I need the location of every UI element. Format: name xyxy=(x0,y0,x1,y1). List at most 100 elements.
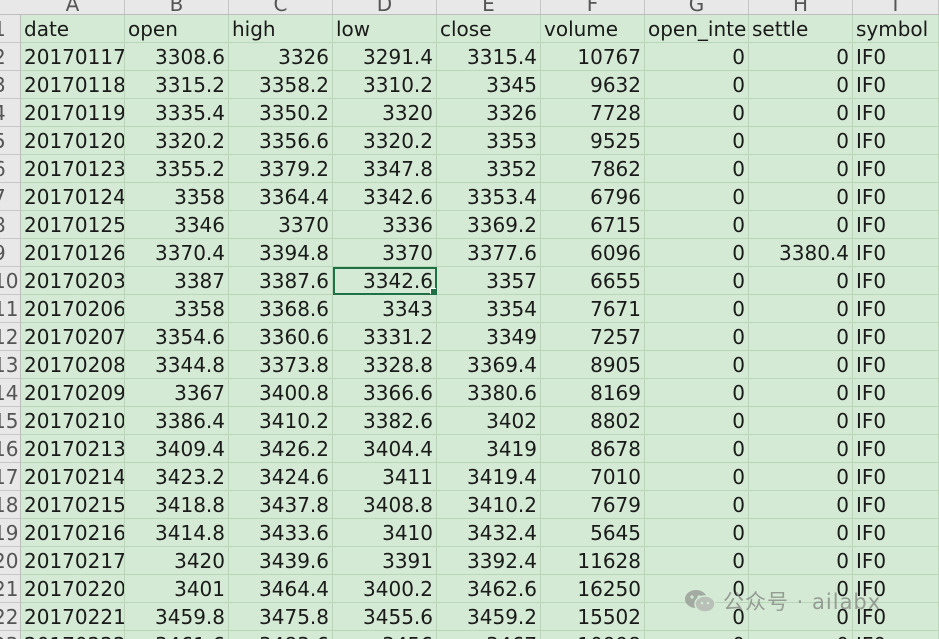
row-header[interactable]: 10 xyxy=(0,267,20,295)
row-header[interactable]: 6 xyxy=(0,155,20,183)
cell[interactable]: IF0 xyxy=(853,547,939,575)
cell[interactable]: 3394.8 xyxy=(229,239,333,267)
cell[interactable]: 3320 xyxy=(333,99,437,127)
cell[interactable]: 3456 xyxy=(333,631,437,639)
cell[interactable]: 0 xyxy=(749,463,853,491)
cell[interactable]: 3420 xyxy=(125,547,229,575)
cell[interactable]: 8678 xyxy=(541,435,645,463)
column-header-h[interactable]: H xyxy=(749,0,853,14)
cell[interactable]: 3349 xyxy=(437,323,541,351)
cell[interactable]: 0 xyxy=(645,547,749,575)
cell[interactable]: 3380.6 xyxy=(437,379,541,407)
column-title-cell[interactable]: settle xyxy=(749,15,853,43)
row-header[interactable]: 16 xyxy=(0,435,20,463)
cell[interactable]: 0 xyxy=(645,491,749,519)
column-title-cell[interactable]: open xyxy=(125,15,229,43)
cell[interactable]: 3356.6 xyxy=(229,127,333,155)
cell[interactable]: 20170220 xyxy=(21,575,125,603)
cell[interactable]: IF0 xyxy=(853,435,939,463)
cell[interactable]: 3401 xyxy=(125,575,229,603)
column-title-cell[interactable]: close xyxy=(437,15,541,43)
cell[interactable]: 20170126 xyxy=(21,239,125,267)
cell[interactable]: 0 xyxy=(749,407,853,435)
cell[interactable]: IF0 xyxy=(853,491,939,519)
cell[interactable]: 20170207 xyxy=(21,323,125,351)
column-title-cell[interactable]: symbol xyxy=(853,15,939,43)
cell[interactable]: 0 xyxy=(645,323,749,351)
cell[interactable]: 0 xyxy=(749,99,853,127)
cell[interactable]: 9632 xyxy=(541,71,645,99)
cell[interactable]: IF0 xyxy=(853,43,939,71)
cell[interactable]: IF0 xyxy=(853,631,939,639)
cell[interactable]: 3392.4 xyxy=(437,547,541,575)
cell[interactable]: IF0 xyxy=(853,211,939,239)
cell[interactable]: 3370 xyxy=(229,211,333,239)
cell[interactable]: 3315.4 xyxy=(437,43,541,71)
cell[interactable]: 0 xyxy=(645,155,749,183)
cell[interactable]: 3459.8 xyxy=(125,603,229,631)
cell[interactable]: 0 xyxy=(749,379,853,407)
column-header-a[interactable]: A xyxy=(21,0,125,14)
cell[interactable]: 3364.4 xyxy=(229,183,333,211)
cell[interactable]: 0 xyxy=(645,239,749,267)
cell[interactable]: 7010 xyxy=(541,463,645,491)
cell[interactable]: 3346 xyxy=(125,211,229,239)
cell[interactable]: 0 xyxy=(645,407,749,435)
cell[interactable]: 0 xyxy=(749,43,853,71)
cell[interactable]: 3347.8 xyxy=(333,155,437,183)
cell[interactable]: 3402 xyxy=(437,407,541,435)
cell[interactable]: 3410.2 xyxy=(229,407,333,435)
cell[interactable]: 0 xyxy=(645,43,749,71)
cell[interactable]: 0 xyxy=(749,323,853,351)
cell[interactable]: 3308.6 xyxy=(125,43,229,71)
column-title-cell[interactable]: high xyxy=(229,15,333,43)
cell[interactable]: 3358.2 xyxy=(229,71,333,99)
cell[interactable]: 0 xyxy=(749,351,853,379)
cell[interactable]: IF0 xyxy=(853,407,939,435)
cell[interactable]: IF0 xyxy=(853,71,939,99)
cell[interactable]: 6655 xyxy=(541,267,645,295)
cell[interactable]: 3426.2 xyxy=(229,435,333,463)
cell[interactable]: 0 xyxy=(645,351,749,379)
cell[interactable]: 0 xyxy=(645,435,749,463)
cell[interactable]: 20170214 xyxy=(21,463,125,491)
cell[interactable]: 7679 xyxy=(541,491,645,519)
column-title-cell[interactable]: low xyxy=(333,15,437,43)
row-header[interactable]: 9 xyxy=(0,239,20,267)
cell[interactable]: 20170117 xyxy=(21,43,125,71)
cell[interactable]: 3410 xyxy=(333,519,437,547)
cell[interactable]: 0 xyxy=(645,127,749,155)
cell[interactable]: 5645 xyxy=(541,519,645,547)
cell[interactable]: IF0 xyxy=(853,239,939,267)
cell[interactable]: 20170215 xyxy=(21,491,125,519)
cell[interactable]: 0 xyxy=(749,491,853,519)
cell[interactable]: 3320.2 xyxy=(333,127,437,155)
cell[interactable]: IF0 xyxy=(853,99,939,127)
row-header[interactable]: 8 xyxy=(0,211,20,239)
row-header[interactable]: 23 xyxy=(0,631,20,639)
cell[interactable]: IF0 xyxy=(853,323,939,351)
cell[interactable]: 3291.4 xyxy=(333,43,437,71)
cell[interactable]: 3326 xyxy=(437,99,541,127)
cell[interactable]: 3391 xyxy=(333,547,437,575)
cell[interactable]: IF0 xyxy=(853,379,939,407)
cell[interactable]: IF0 xyxy=(853,267,939,295)
cell[interactable]: IF0 xyxy=(853,183,939,211)
cell[interactable]: 0 xyxy=(749,211,853,239)
cell[interactable]: 16250 xyxy=(541,575,645,603)
cell[interactable]: IF0 xyxy=(853,463,939,491)
cell[interactable]: 3483.6 xyxy=(229,631,333,639)
cell[interactable]: 3387 xyxy=(125,267,229,295)
cell[interactable]: 0 xyxy=(645,519,749,547)
cell[interactable]: 3335.4 xyxy=(125,99,229,127)
cell[interactable]: 3409.4 xyxy=(125,435,229,463)
cell[interactable]: 0 xyxy=(645,631,749,639)
cell[interactable]: 3342.6 xyxy=(333,183,437,211)
cell[interactable]: 8802 xyxy=(541,407,645,435)
cell[interactable]: 3343 xyxy=(333,295,437,323)
cell[interactable]: 3400.2 xyxy=(333,575,437,603)
row-header[interactable]: 20 xyxy=(0,547,20,575)
cell[interactable]: 7862 xyxy=(541,155,645,183)
row-header[interactable]: 21 xyxy=(0,575,20,603)
row-header[interactable]: 15 xyxy=(0,407,20,435)
